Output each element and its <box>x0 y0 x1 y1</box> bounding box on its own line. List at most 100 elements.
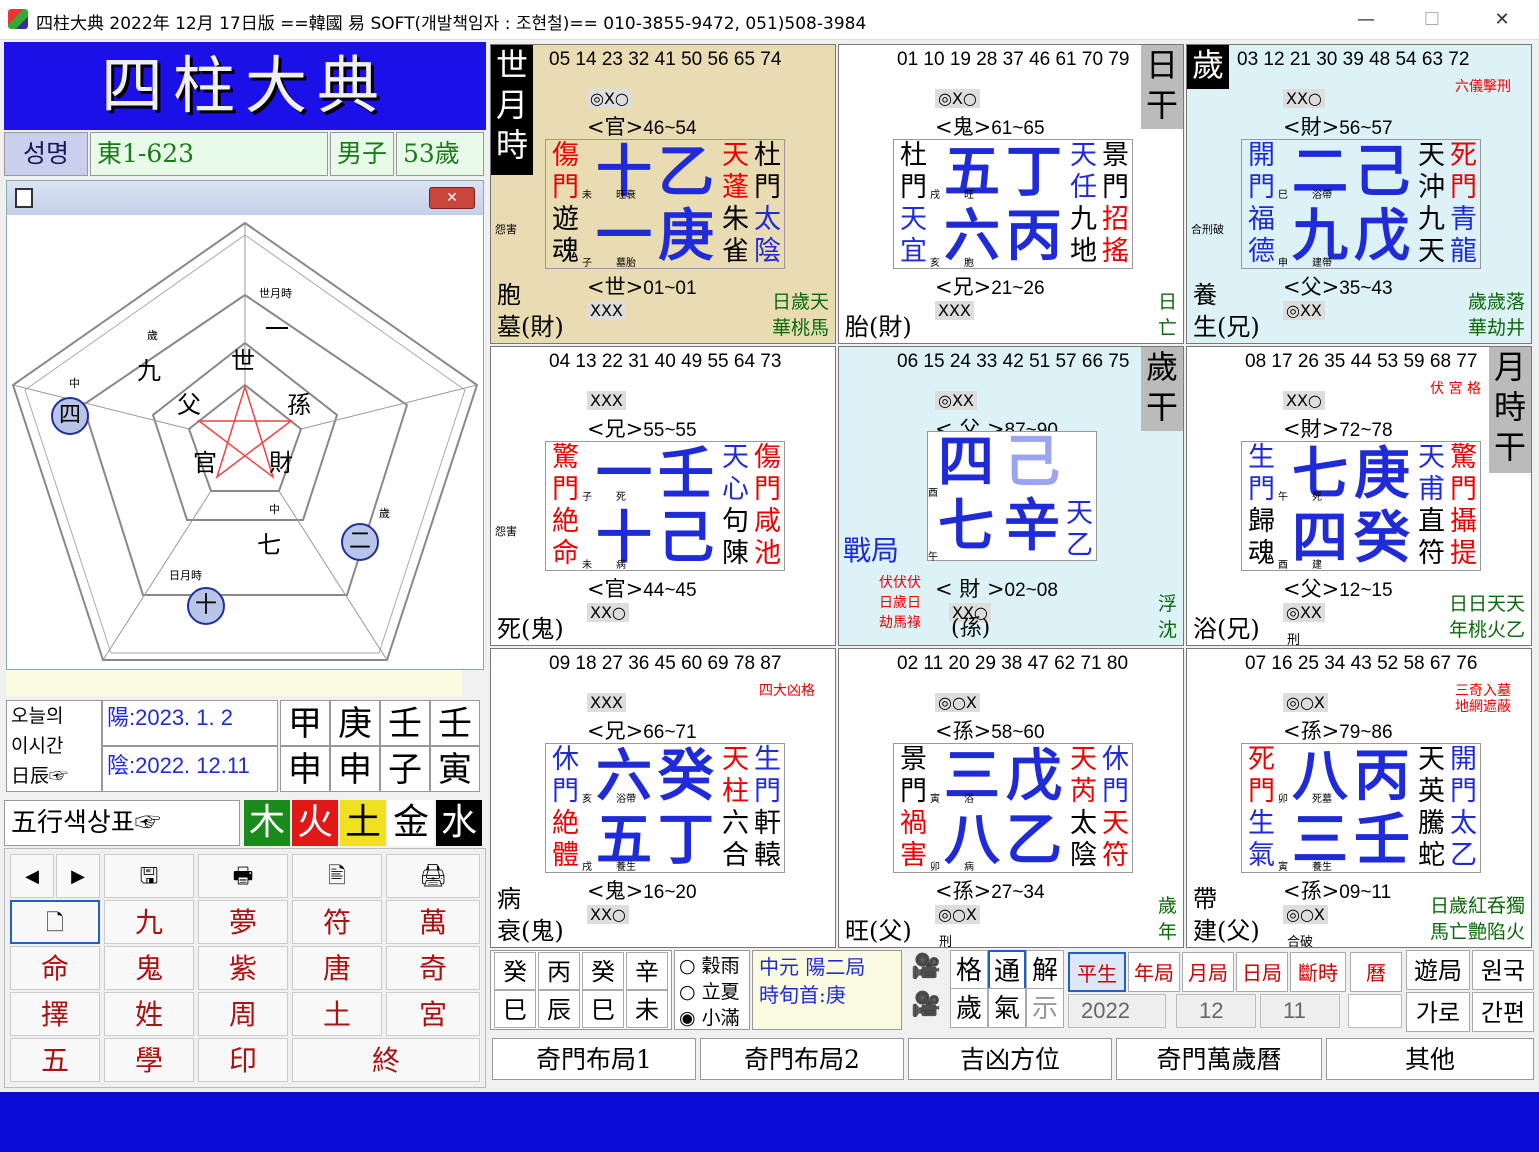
toolbar-button[interactable]: 奇 <box>386 946 480 990</box>
grid-option-button[interactable]: 格 <box>950 950 988 990</box>
palace-battle-label: 戰局 <box>843 534 900 567</box>
palace-cell[interactable]: 02 11 20 29 38 47 62 71 80 ◎○X <孫>58~60 三戊八… <box>838 648 1184 948</box>
toolbar-button[interactable]: 夢 <box>198 900 288 944</box>
close-button[interactable]: ✕ <box>1480 6 1524 34</box>
mode-button[interactable]: 月局 <box>1182 952 1234 992</box>
palace-big-stem: 乙 <box>658 139 714 205</box>
mode-button[interactable]: 平生 <box>1068 952 1126 992</box>
minimize-button[interactable]: — <box>1344 6 1388 34</box>
right-option-button[interactable]: 간편 <box>1472 992 1534 1032</box>
toolbar-button[interactable]: 印 <box>198 1038 288 1082</box>
year-input[interactable]: 2022 <box>1068 994 1166 1028</box>
right-option-button[interactable]: 遊局 <box>1406 950 1470 990</box>
name-label: 성명 <box>4 132 88 176</box>
mode-button[interactable]: 斷時 <box>1290 952 1346 992</box>
palace-marks-bottom: ◎XX <box>1283 603 1325 622</box>
relation-range: 44~45 <box>643 580 697 601</box>
relation-name: <兄> <box>935 275 992 299</box>
palace-god: 生氣 <box>1248 808 1275 871</box>
palace-cell[interactable]: 世月時 05 14 23 32 41 50 56 65 74 ◎X○ <官>46~54… <box>490 44 836 344</box>
tab-qimen-layout-2[interactable]: 奇門布局2 <box>700 1038 904 1080</box>
tab-qimen-calendar[interactable]: 奇門萬歲曆 <box>1116 1038 1322 1080</box>
print-icon[interactable]: 🖶 <box>198 854 288 898</box>
end-button[interactable]: 終 <box>292 1038 480 1082</box>
palace-inner-box: 七庚四癸生門 歸魂午死酉建天甫 驚門 直符 攝提 <box>1241 441 1481 571</box>
toolbar-button[interactable]: 五 <box>10 1038 100 1082</box>
toolbar-button[interactable]: 九 <box>104 900 194 944</box>
radio-li-xia[interactable]: ○ 立夏 <box>679 979 745 1005</box>
palace-big-stem: 壬 <box>1354 807 1410 873</box>
palace-branch-small: 卯 <box>1278 794 1288 805</box>
toolbar-button[interactable]: 姓 <box>104 992 194 1036</box>
palace-cell[interactable]: 月時干 08 17 26 35 44 53 59 68 77 XX○ 伏 宮 格 <財>… <box>1186 346 1532 646</box>
grid-option-button[interactable]: 氣 <box>988 988 1026 1028</box>
toolbar-button[interactable]: 唐 <box>292 946 382 990</box>
right-option-button[interactable]: 가로 <box>1406 992 1470 1032</box>
prev-icon[interactable]: ◀ <box>10 854 54 898</box>
palace-god: 禍害 <box>900 808 927 871</box>
toolbar-button[interactable]: 萬 <box>386 900 480 944</box>
palace-cell[interactable]: 日干 01 10 19 28 37 46 61 70 79 ◎X○ <鬼>61~65 五… <box>838 44 1184 344</box>
toolbar-button[interactable]: 宮 <box>386 992 480 1036</box>
palace-cell[interactable]: 09 18 27 36 45 60 69 78 87 XXX 四大凶格 <兄>66~7… <box>490 648 836 948</box>
next-icon[interactable]: ▶ <box>56 854 100 898</box>
relation-range: 09~11 <box>1339 882 1392 903</box>
toolbar-button[interactable]: 命 <box>10 946 100 990</box>
pentagon-diagram <box>11 221 479 661</box>
document-icon[interactable]: 🖹 <box>292 854 382 898</box>
grid-option-button[interactable]: 示 <box>1026 988 1064 1028</box>
palace-god: 福德 <box>1248 204 1275 267</box>
toolbar-button[interactable]: 土 <box>292 992 382 1036</box>
name-value[interactable]: 東1-623 <box>90 132 328 176</box>
element-water: 水 <box>436 800 482 846</box>
maximize-button[interactable]: ☐ <box>1410 6 1454 34</box>
grid-option-button[interactable]: 歲 <box>950 988 988 1028</box>
toolbar-button[interactable]: 擇 <box>10 992 100 1036</box>
pentagon-outer-sub: 中 <box>269 503 280 516</box>
palace-big-stem: 庚 <box>1354 441 1410 507</box>
mode-button[interactable]: 曆 <box>1350 952 1402 992</box>
camera-icon[interactable]: 🎥 <box>906 952 946 988</box>
save-icon[interactable]: 🖫 <box>104 854 194 898</box>
toolbar-button[interactable]: 學 <box>104 1038 194 1082</box>
printer-icon[interactable]: 🖨 <box>386 854 480 898</box>
relation-name: <孫> <box>1283 719 1340 743</box>
toolbar-button[interactable]: 紫 <box>198 946 288 990</box>
tab-qimen-layout-1[interactable]: 奇門布局1 <box>492 1038 696 1080</box>
grid-option-button[interactable]: 解 <box>1026 950 1064 990</box>
new-file-icon[interactable]: 🗋 <box>10 900 100 944</box>
palace-deity: 句陳 <box>722 506 749 569</box>
tab-fortune-direction[interactable]: 吉凶方位 <box>908 1038 1112 1080</box>
camera-icon[interactable]: 🎥 <box>906 990 946 1026</box>
palace-cell[interactable]: 07 16 25 34 43 52 58 67 76 ◎○X 三奇入墓 地網遮蔽 <孫… <box>1186 648 1532 948</box>
grid-option-button[interactable]: 通 <box>988 950 1026 990</box>
right-option-button[interactable]: 원국 <box>1472 950 1534 990</box>
palace-big-stem: 己 <box>1004 429 1060 495</box>
palace-side-char: 月 <box>1493 348 1526 386</box>
palace-big-stem: 己 <box>658 505 714 571</box>
radio-gu-yu[interactable]: ○ 穀雨 <box>679 953 745 979</box>
ganzhi-branch: 巳 <box>582 990 624 1028</box>
toolbar-button[interactable]: 鬼 <box>104 946 194 990</box>
tab-others[interactable]: 其他 <box>1326 1038 1534 1080</box>
mode-button[interactable]: 日局 <box>1236 952 1288 992</box>
mode-button[interactable]: 年局 <box>1128 952 1180 992</box>
palace-branch-small: 卯 <box>930 862 940 873</box>
palace-cell[interactable]: 04 13 22 31 40 49 55 64 73 XXX <兄>55~55 怨害一… <box>490 346 836 646</box>
palace-cell[interactable]: 歲干06 15 24 33 42 51 57 66 75◎XX< 父 >87~9… <box>838 346 1184 646</box>
today-branch: 申 <box>330 746 380 792</box>
pentagon-close-button[interactable]: ✕ <box>429 187 475 209</box>
toolbar-button[interactable]: 符 <box>292 900 382 944</box>
day-input[interactable]: 11 <box>1260 994 1340 1028</box>
month-input[interactable]: 12 <box>1176 994 1256 1028</box>
radio-xiao-man[interactable]: ◉ 小滿 <box>679 1005 745 1031</box>
palace-cell[interactable]: 歲 03 12 21 30 39 48 54 63 72 XX○ 六儀擊刑 <財>56~… <box>1186 44 1532 344</box>
palace-inner-box: 三戊八乙景門 禍害寅浴卯病天芮 休門 太陰 天符 <box>893 743 1133 873</box>
toolbar-button[interactable]: 周 <box>198 992 288 1036</box>
pentagon-inner-grandchild: 孫 <box>287 391 311 419</box>
relation-name: <父> <box>1283 275 1340 299</box>
palace-star: 天甫 <box>1418 442 1445 505</box>
palace-stage-small: 死 <box>1312 492 1322 503</box>
palace-relation-top: <官>46~54 <box>587 111 697 141</box>
hour-input[interactable] <box>1348 994 1402 1028</box>
